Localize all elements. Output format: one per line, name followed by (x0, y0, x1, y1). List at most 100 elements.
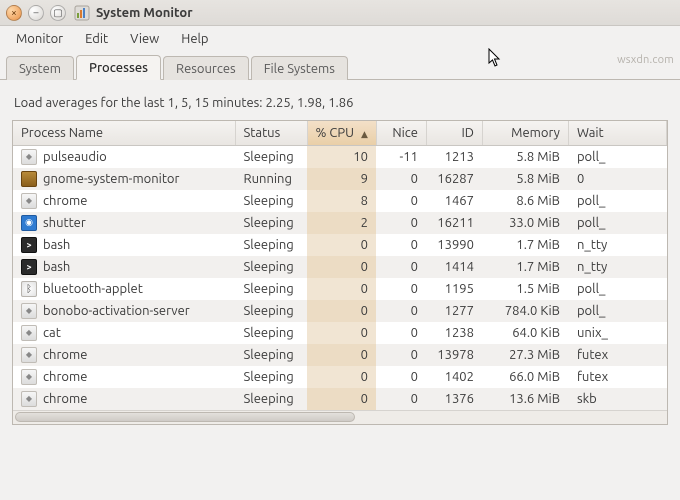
table-row[interactable]: chromeSleeping00140266.0 MiBfutex (13, 366, 667, 388)
process-cpu: 9 (307, 168, 376, 190)
tab-system[interactable]: System (6, 56, 74, 80)
maximize-button[interactable]: ▢ (50, 5, 66, 21)
col-wait[interactable]: Wait (568, 121, 666, 145)
process-memory: 784.0 KiB (482, 300, 568, 322)
tab-resources[interactable]: Resources (163, 56, 249, 80)
process-status: Sleeping (235, 278, 307, 300)
process-id: 13978 (426, 344, 482, 366)
menu-help[interactable]: Help (171, 29, 218, 49)
minimize-button[interactable]: – (28, 5, 44, 21)
process-memory: 5.8 MiB (482, 168, 568, 190)
process-wait: poll_ (568, 278, 666, 300)
process-status: Sleeping (235, 234, 307, 256)
process-name: bash (43, 260, 70, 274)
process-wait: unix_ (568, 322, 666, 344)
table-row[interactable]: gnome-system-monitorRunning90162875.8 Mi… (13, 168, 667, 190)
table-row[interactable]: bonobo-activation-serverSleeping00127778… (13, 300, 667, 322)
load-averages-values: 2.25, 1.98, 1.86 (265, 96, 353, 110)
process-cpu: 10 (307, 145, 376, 168)
process-memory: 1.7 MiB (482, 256, 568, 278)
process-name: chrome (43, 194, 87, 208)
process-id: 16211 (426, 212, 482, 234)
process-status: Sleeping (235, 322, 307, 344)
process-cpu: 8 (307, 190, 376, 212)
process-id: 1414 (426, 256, 482, 278)
process-cpu: 0 (307, 388, 376, 410)
process-wait: 0 (568, 168, 666, 190)
load-averages-label: Load averages for the last 1, 5, 15 minu… (14, 96, 262, 110)
process-icon (21, 215, 37, 231)
process-id: 1376 (426, 388, 482, 410)
process-nice: 0 (376, 300, 426, 322)
col-cpu[interactable]: % CPU ▲ (307, 121, 376, 145)
process-id: 16287 (426, 168, 482, 190)
process-icon (21, 303, 37, 319)
process-memory: 33.0 MiB (482, 212, 568, 234)
process-nice: 0 (376, 168, 426, 190)
process-icon (21, 259, 37, 275)
process-icon (21, 325, 37, 341)
app-icon (74, 5, 90, 21)
process-icon (21, 171, 37, 187)
table-row[interactable]: bashSleeping0014141.7 MiBn_tty (13, 256, 667, 278)
menu-monitor[interactable]: Monitor (6, 29, 73, 49)
close-button[interactable]: × (6, 5, 22, 21)
process-name: chrome (43, 370, 87, 384)
process-memory: 5.8 MiB (482, 145, 568, 168)
horizontal-scrollbar[interactable] (13, 410, 667, 424)
process-memory: 64.0 KiB (482, 322, 568, 344)
col-id[interactable]: ID (426, 121, 482, 145)
process-status: Sleeping (235, 300, 307, 322)
table-row[interactable]: pulseaudioSleeping10-1112135.8 MiBpoll_ (13, 145, 667, 168)
load-averages: Load averages for the last 1, 5, 15 minu… (14, 96, 666, 110)
process-id: 1277 (426, 300, 482, 322)
process-icon (21, 193, 37, 209)
process-memory: 1.7 MiB (482, 234, 568, 256)
col-memory[interactable]: Memory (482, 121, 568, 145)
process-icon (21, 347, 37, 363)
table-row[interactable]: catSleeping00123864.0 KiBunix_ (13, 322, 667, 344)
process-table: Process Name Status % CPU ▲ Nice ID Memo… (12, 120, 668, 425)
process-status: Sleeping (235, 366, 307, 388)
process-memory: 66.0 MiB (482, 366, 568, 388)
column-headers: Process Name Status % CPU ▲ Nice ID Memo… (13, 121, 667, 145)
col-cpu-label: % CPU (316, 126, 355, 140)
process-name: cat (43, 326, 61, 340)
tab-processes[interactable]: Processes (76, 55, 161, 80)
watermark: wsxdn.com (617, 54, 674, 66)
menu-view[interactable]: View (120, 29, 169, 49)
col-process-name[interactable]: Process Name (13, 121, 235, 145)
col-status[interactable]: Status (235, 121, 307, 145)
process-memory: 8.6 MiB (482, 190, 568, 212)
process-id: 1402 (426, 366, 482, 388)
process-wait: n_tty (568, 256, 666, 278)
process-wait: poll_ (568, 145, 666, 168)
window-controls: × – ▢ (6, 5, 66, 21)
process-wait: skb (568, 388, 666, 410)
menu-edit[interactable]: Edit (75, 29, 118, 49)
table-row[interactable]: bashSleeping00139901.7 MiBn_tty (13, 234, 667, 256)
process-icon (21, 281, 37, 297)
menu-bar: Monitor Edit View Help (0, 26, 680, 52)
table-row[interactable]: bluetooth-appletSleeping0011951.5 MiBpol… (13, 278, 667, 300)
process-wait: futex (568, 366, 666, 388)
process-wait: poll_ (568, 300, 666, 322)
process-wait: n_tty (568, 234, 666, 256)
table-row[interactable]: chromeSleeping8014678.6 MiBpoll_ (13, 190, 667, 212)
process-name: bluetooth-applet (43, 282, 143, 296)
process-memory: 1.5 MiB (482, 278, 568, 300)
process-nice: 0 (376, 366, 426, 388)
table-row[interactable]: shutterSleeping201621133.0 MiBpoll_ (13, 212, 667, 234)
process-cpu: 0 (307, 278, 376, 300)
scrollbar-thumb[interactable] (15, 412, 355, 422)
process-cpu: 0 (307, 300, 376, 322)
col-nice[interactable]: Nice (376, 121, 426, 145)
process-id: 1238 (426, 322, 482, 344)
process-nice: 0 (376, 212, 426, 234)
table-row[interactable]: chromeSleeping00137613.6 MiBskb (13, 388, 667, 410)
tab-file-systems[interactable]: File Systems (251, 56, 348, 80)
process-id: 13990 (426, 234, 482, 256)
process-name: chrome (43, 392, 87, 406)
process-wait: poll_ (568, 190, 666, 212)
table-row[interactable]: chromeSleeping001397827.3 MiBfutex (13, 344, 667, 366)
